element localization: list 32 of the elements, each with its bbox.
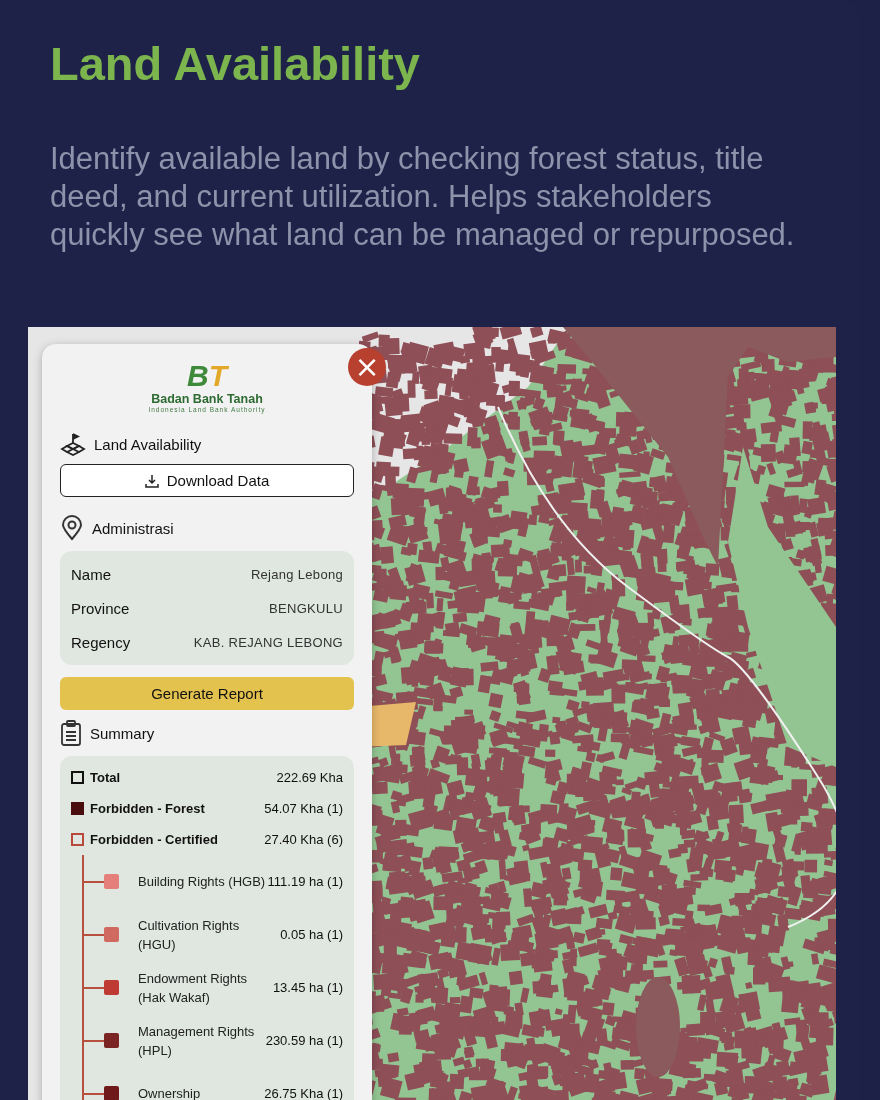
legend-label: Total (90, 770, 122, 785)
download-button[interactable]: Download Data (60, 464, 354, 497)
logo-letter: T (208, 360, 227, 392)
field-value: BENGKULU (269, 600, 343, 616)
section-title: Summary (90, 724, 155, 742)
legend-value: 54.07 Kha (1) (264, 801, 343, 816)
legend-label: Forbidden - Forest (90, 801, 206, 816)
field-label: Province (71, 599, 130, 617)
legend-value: 26.75 Kha (1) (264, 1086, 343, 1100)
legend-label: Building Rights (HGB) (138, 873, 266, 891)
legend-label: Management Rights (HPL) (138, 1022, 256, 1060)
logo-name: Badan Bank Tanah (151, 392, 263, 406)
logo-letter: B (187, 360, 209, 392)
legend-value: 111.19 ha (1) (267, 874, 343, 889)
legend-label: Cultivation Rights (HGU) (138, 916, 241, 954)
field-label: Name (71, 565, 111, 583)
section-title: Administrasi (92, 519, 174, 537)
legend-value: 222.69 Kha (276, 770, 343, 785)
legend-value: 27.40 Kha (6) (264, 832, 343, 847)
field-value: Rejang Lebong (250, 566, 343, 582)
page-title: Land Availability (50, 36, 421, 92)
legend-label: Ownership (138, 1085, 202, 1100)
page-description: Identify available land by checking forest status, title deed, and current utilization. Helps stakeholders quickly see what land can be managed or repurposed. (50, 140, 796, 255)
generate-report-button[interactable]: Generate Report (60, 677, 354, 710)
field-value: KAB. REJANG LEBONG (193, 634, 343, 650)
legend-label: Forbidden - Certified (90, 832, 219, 847)
field-label: Regency (71, 633, 131, 651)
section-title: Land Availability (94, 435, 202, 453)
legend-value: 0.05 ha (1) (280, 927, 343, 942)
legend-value: 230.59 ha (1) (265, 1033, 343, 1048)
legend-label: Endowment Rights (Hak Wakaf) (138, 969, 249, 1007)
legend-value: 13.45 ha (1) (272, 980, 343, 995)
